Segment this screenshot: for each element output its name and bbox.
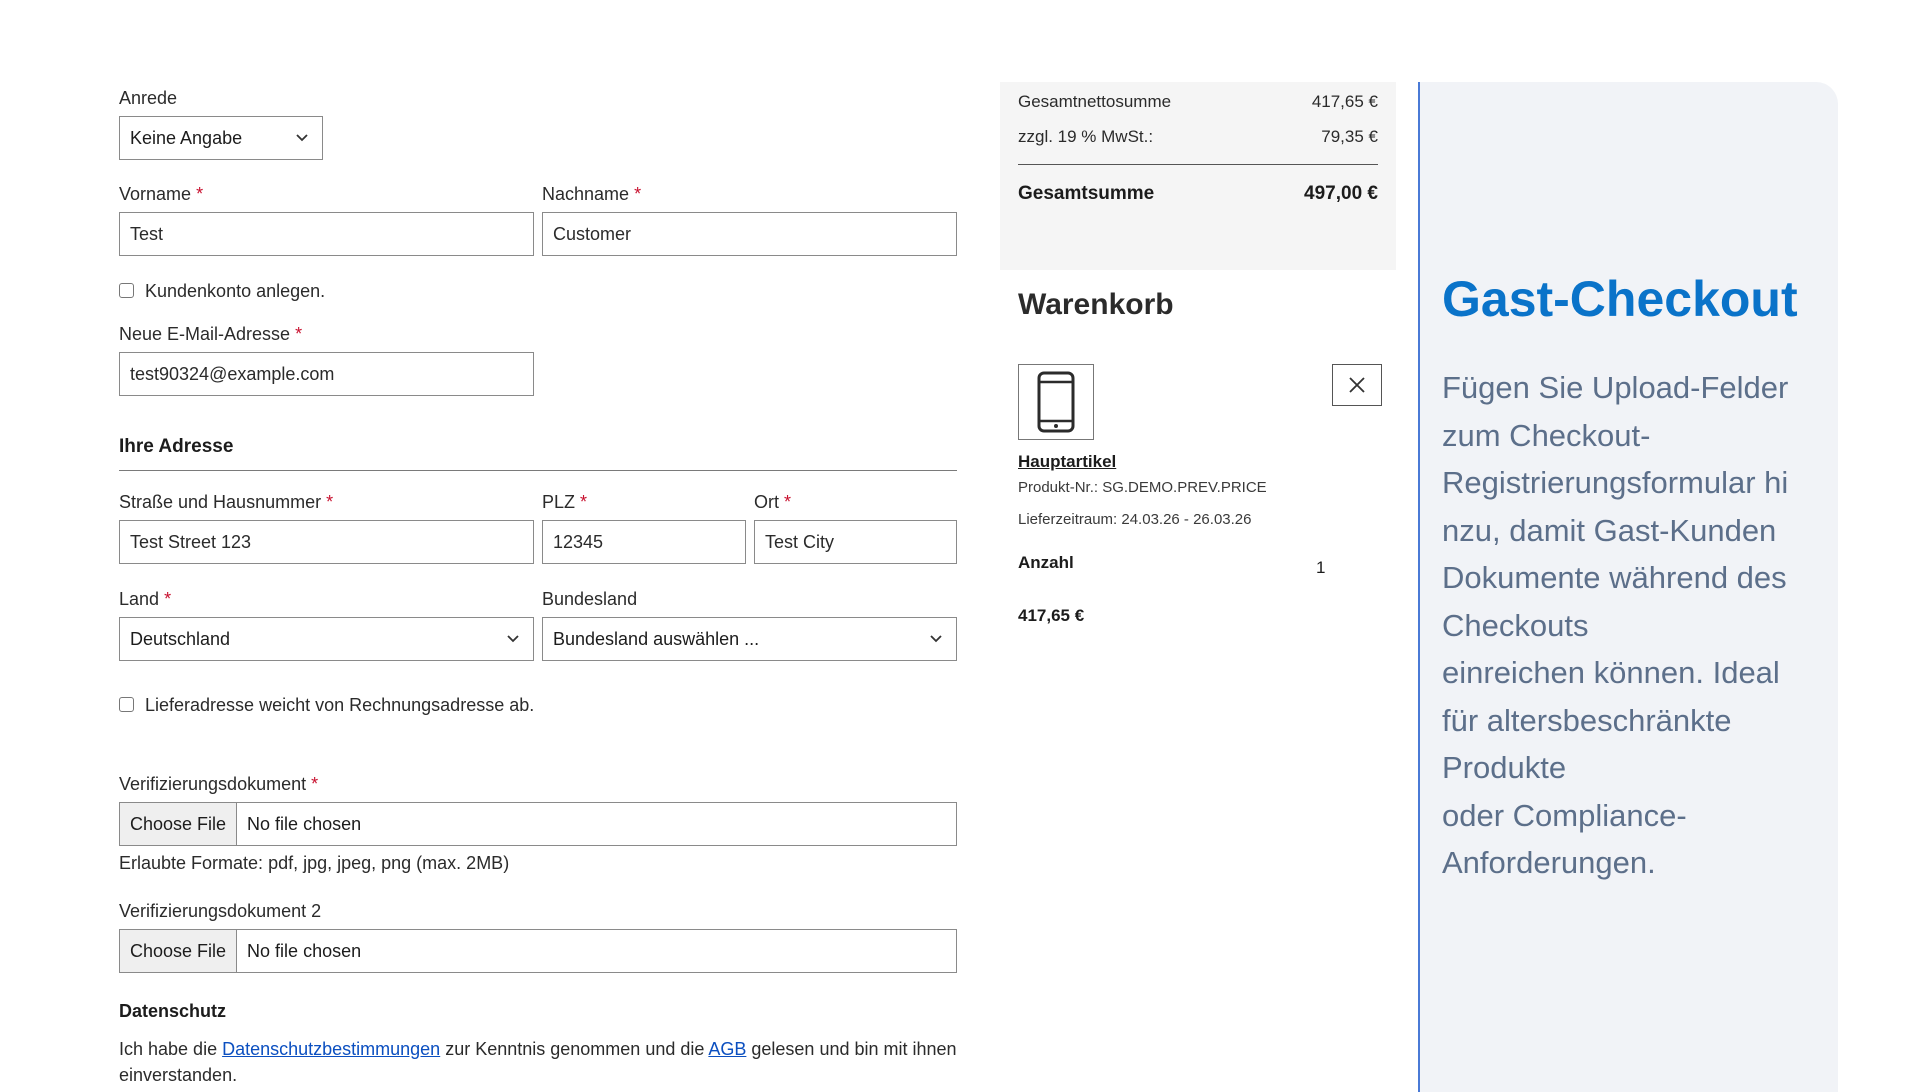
email-input[interactable]: test90324@example.com	[119, 352, 534, 396]
promo-line: Dokumente während des	[1442, 560, 1787, 595]
address-heading: Ihre Adresse	[119, 436, 234, 457]
choose-file-button[interactable]: Choose File	[120, 803, 238, 845]
salutation-label: Anrede	[119, 88, 178, 108]
doc2-label: Verifizierungsdokument 2	[119, 901, 322, 921]
grand-total-label: Gesamtsumme	[1018, 183, 1155, 204]
first-name-input[interactable]: Test	[119, 212, 534, 256]
first-name-label: Vorname *	[119, 184, 204, 204]
doc1-file-input[interactable]: Choose File No file chosen	[119, 802, 957, 846]
smartphone-icon	[1037, 371, 1075, 433]
city-label: Ort *	[754, 492, 792, 512]
net-total-label: Gesamtnettosumme	[1018, 92, 1172, 111]
tax-value: 79,35 €	[1321, 127, 1378, 146]
privacy-policy-link[interactable]: Datenschutzbestimmungen	[222, 1039, 440, 1059]
promo-title: Gast-Checkout	[1442, 271, 1798, 327]
chevron-down-icon	[507, 635, 519, 643]
product-image[interactable]	[1018, 364, 1094, 440]
promo-description: Fügen Sie Upload-Felder zum Checkout- Regi…	[1442, 364, 1832, 887]
promo-panel: Gast-Checkout Fügen Sie Upload-Felder zum…	[1418, 82, 1838, 1092]
promo-line: Anforderungen.	[1442, 845, 1656, 880]
promo-line: einreichen können. Ideal	[1442, 655, 1780, 690]
create-account-checkbox[interactable]	[119, 283, 134, 298]
remove-item-button[interactable]	[1332, 364, 1382, 406]
item-price: 417,65 €	[1018, 606, 1085, 625]
state-value: Bundesland auswählen ...	[553, 629, 760, 649]
promo-line: zum Checkout-	[1442, 417, 1651, 453]
promo-line: oder Compliance-	[1442, 797, 1687, 833]
close-icon	[1349, 377, 1365, 393]
summary-divider	[1018, 164, 1378, 165]
grand-total-value: 497,00 €	[1304, 183, 1378, 204]
salutation-select[interactable]: Keine Angabe	[119, 116, 323, 160]
address-divider	[119, 470, 957, 471]
different-shipping-checkbox[interactable]	[119, 697, 134, 712]
chevron-down-icon	[296, 134, 308, 142]
grand-total-row: Gesamtsumme 497,00 €	[1018, 183, 1378, 205]
net-total-row: Gesamtnettosumme 417,65 €	[1018, 92, 1378, 112]
promo-line: Registrierungsformular hi	[1442, 465, 1789, 500]
doc1-hint: Erlaubte Formate: pdf, jpg, jpeg, png (m…	[119, 853, 510, 873]
last-name-label: Nachname *	[542, 184, 642, 204]
country-label: Land *	[119, 589, 172, 609]
terms-link[interactable]: AGB	[708, 1039, 746, 1059]
promo-line: für altersbeschränkte	[1442, 702, 1732, 738]
street-input[interactable]: Test Street 123	[119, 520, 534, 564]
state-select[interactable]: Bundesland auswählen ...	[542, 617, 957, 661]
tax-label: zzgl. 19 % MwSt.:	[1018, 127, 1154, 146]
zip-input[interactable]: 12345	[542, 520, 746, 564]
country-select[interactable]: Deutschland	[119, 617, 534, 661]
promo-line: Checkouts	[1442, 607, 1589, 643]
promo-line: Produkte	[1442, 750, 1567, 785]
email-label: Neue E-Mail-Adresse *	[119, 324, 303, 344]
file-status: No file chosen	[247, 814, 362, 834]
privacy-heading: Datenschutz	[119, 1001, 227, 1021]
quantity-label: Anzahl	[1018, 553, 1074, 572]
privacy-text: Ich habe die Datenschutzbestimmungen zur…	[119, 1039, 957, 1085]
doc2-file-input[interactable]: Choose File No file chosen	[119, 929, 957, 973]
choose-file-button[interactable]: Choose File	[120, 930, 238, 972]
doc1-label: Verifizierungsdokument *	[119, 774, 319, 794]
product-name-link[interactable]: Hauptartikel	[1018, 452, 1116, 472]
create-account-label: Kundenkonto anlegen.	[145, 281, 326, 301]
last-name-input[interactable]: Customer	[542, 212, 957, 256]
zip-label: PLZ *	[542, 492, 588, 512]
street-label: Straße und Hausnummer *	[119, 492, 334, 512]
product-number: Produkt-Nr.: SG.DEMO.PREV.PRICE	[1018, 479, 1267, 496]
promo-line: nzu, damit Gast-Kunden	[1442, 512, 1777, 548]
delivery-period: Lieferzeitraum: 24.03.26 - 26.03.26	[1018, 511, 1252, 528]
net-total-value: 417,65 €	[1311, 92, 1378, 111]
different-shipping-label: Lieferadresse weicht von Rechnungsadress…	[145, 695, 535, 715]
country-value: Deutschland	[130, 629, 231, 649]
city-input[interactable]: Test City	[754, 520, 957, 564]
cart-title: Warenkorb	[1018, 288, 1174, 321]
quantity-value[interactable]: 1	[1316, 558, 1325, 578]
chevron-down-icon	[930, 635, 942, 643]
order-summary: Gesamtnettosumme 417,65 € zzgl. 19 % MwS…	[1000, 82, 1396, 270]
file-status: No file chosen	[247, 941, 362, 961]
salutation-value: Keine Angabe	[130, 128, 243, 148]
promo-line: Fügen Sie Upload-Felder	[1442, 370, 1789, 405]
state-label: Bundesland	[542, 589, 638, 609]
tax-row: zzgl. 19 % MwSt.: 79,35 €	[1018, 127, 1378, 147]
